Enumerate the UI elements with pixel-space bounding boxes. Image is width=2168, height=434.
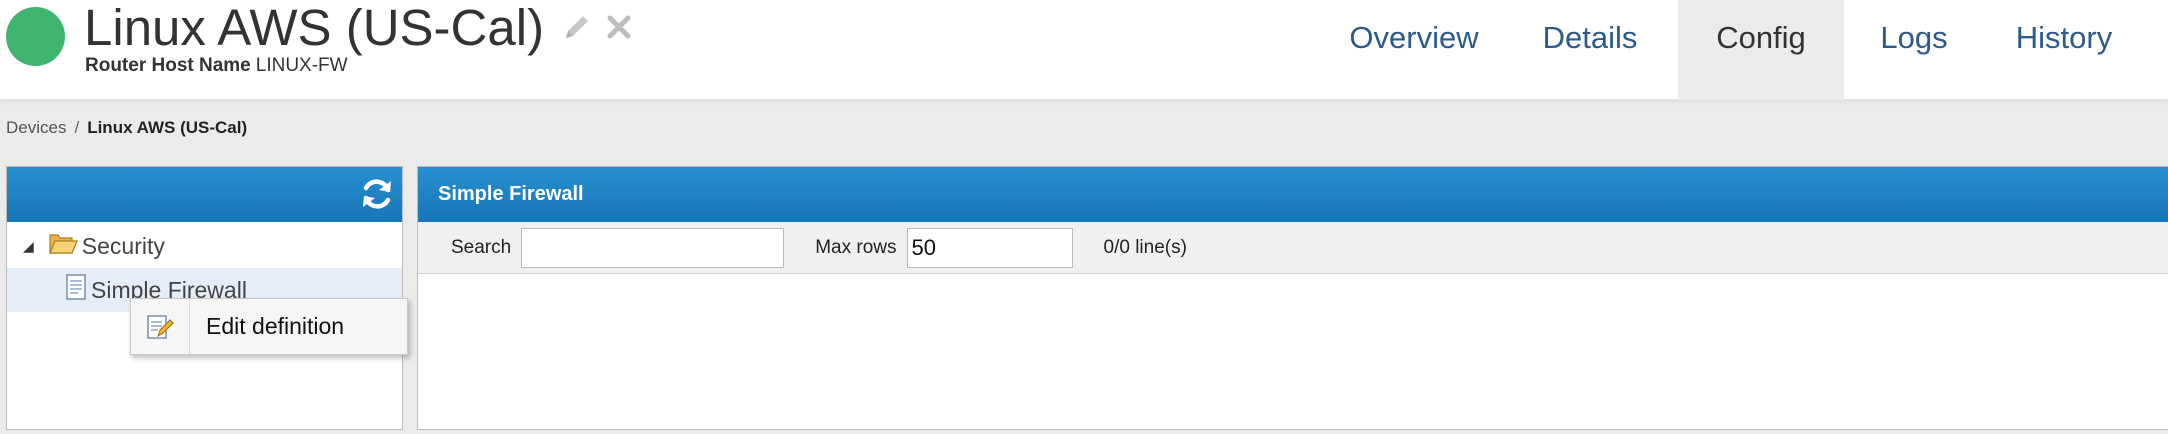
breadcrumb: Devices / Linux AWS (US-Cal) — [6, 118, 247, 138]
max-rows-label: Max rows — [815, 236, 897, 258]
tab-overview[interactable]: Overview — [1326, 0, 1502, 100]
tab-details[interactable]: Details — [1502, 0, 1678, 100]
tree-folder-security[interactable]: ◢ Security — [23, 224, 165, 268]
panel-title: Simple Firewall — [418, 167, 2168, 222]
line-count: 0/0 line(s) — [1103, 236, 1187, 258]
close-icon[interactable] — [604, 12, 634, 46]
refresh-icon[interactable] — [358, 175, 396, 213]
expand-caret-icon[interactable]: ◢ — [23, 238, 34, 255]
device-title: Linux AWS (US-Cal) — [84, 0, 545, 56]
folder-open-icon — [48, 230, 78, 262]
router-host-name: Router Host Name LINUX-FW — [85, 54, 348, 78]
title-actions — [560, 12, 634, 46]
breadcrumb-separator: / — [74, 118, 80, 137]
table-toolbar: Search Max rows 0/0 line(s) — [418, 222, 2168, 274]
pencil-icon[interactable] — [560, 10, 594, 48]
host-name-label: Router Host Name — [85, 55, 251, 76]
tab-logs[interactable]: Logs — [1844, 0, 1984, 100]
breadcrumb-current: Linux AWS (US-Cal) — [87, 118, 248, 137]
tree-folder-label: Security — [81, 232, 165, 259]
firewall-panel: Simple Firewall Search Max rows 0/0 line… — [417, 166, 2168, 430]
table-body — [418, 274, 2168, 434]
document-icon — [65, 273, 87, 307]
search-input[interactable] — [521, 227, 785, 268]
tree-panel-header — [7, 167, 402, 222]
breadcrumb-devices[interactable]: Devices — [6, 118, 66, 137]
max-rows-input[interactable] — [906, 227, 1073, 268]
status-indicator — [6, 7, 65, 66]
context-menu: Edit definition — [130, 298, 408, 355]
tab-config[interactable]: Config — [1678, 0, 1844, 100]
edit-document-icon — [131, 299, 190, 354]
host-name-value: LINUX-FW — [255, 55, 348, 76]
tab-bar: Overview Details Config Logs History — [1326, 0, 2168, 100]
tab-history[interactable]: History — [1984, 0, 2168, 100]
menu-item-edit-definition[interactable]: Edit definition — [190, 313, 344, 340]
page-header: Linux AWS (US-Cal) Router Host Name LINUX… — [0, 0, 2168, 100]
search-label: Search — [451, 236, 512, 258]
